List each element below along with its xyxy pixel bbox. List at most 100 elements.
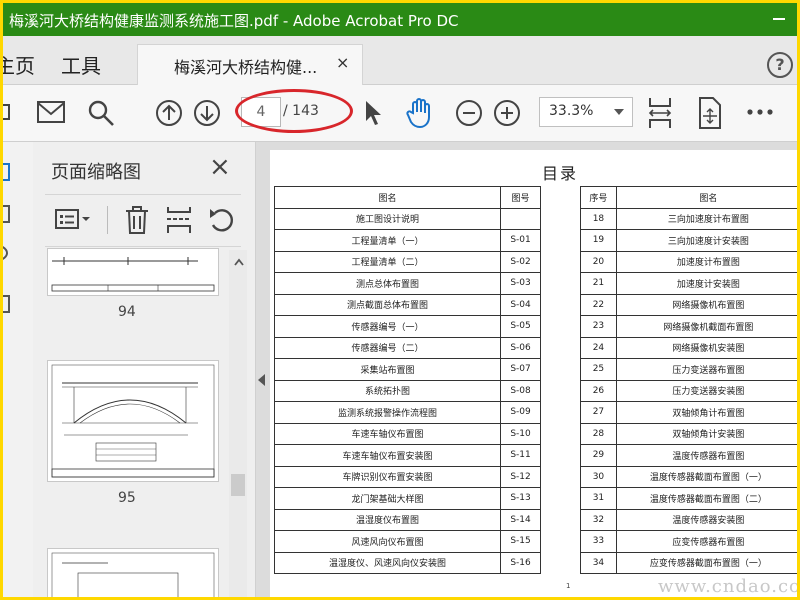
help-icon[interactable]: ? xyxy=(767,52,793,78)
table-cell: 压力变送器安装图 xyxy=(615,379,797,402)
document-viewer: 目录 图名 图号 施工图设计说明 工程量清单（一） S-01 工程量清单（二） S-02 测点… xyxy=(256,142,797,597)
table-row: 温湿度仪、风速风向仪安装图 S-16 xyxy=(273,551,541,574)
table-cell: 车牌识别仪布置安装图 xyxy=(273,465,502,488)
table-cell: 压力变送器布置图 xyxy=(615,358,797,381)
table-cell: 施工图设计说明 xyxy=(273,207,502,230)
table-cell: 22 xyxy=(580,293,617,316)
zoom-select[interactable]: 33.3% xyxy=(539,97,633,127)
table-cell: S-09 xyxy=(500,401,541,424)
page-thumbnail[interactable] xyxy=(47,248,219,296)
close-tab-icon[interactable]: × xyxy=(336,53,349,72)
table-cell: S-08 xyxy=(500,379,541,402)
tab-home[interactable]: 主页 xyxy=(3,50,35,79)
table-cell: 25 xyxy=(580,358,617,381)
thumbnail-page-number: 95 xyxy=(118,490,136,506)
table-header-row: 序号 图名 xyxy=(580,186,797,209)
more-options-icon[interactable] xyxy=(747,109,773,115)
table-row: 33 应变传感器布置图 xyxy=(580,530,797,553)
table-cell: S-02 xyxy=(500,250,541,273)
mail-icon[interactable] xyxy=(37,101,65,123)
thumbnail-scrollbar[interactable] xyxy=(229,250,247,597)
tab-document[interactable]: 梅溪河大桥结构健... × xyxy=(137,44,363,85)
table-header-row: 图名 图号 xyxy=(273,186,541,209)
page-thumbnail[interactable] xyxy=(47,360,219,482)
table-cell: S-06 xyxy=(500,336,541,359)
table-cell xyxy=(500,207,541,230)
table-row: 32 温度传感器安装图 xyxy=(580,508,797,531)
page-preview xyxy=(51,552,215,597)
next-page-icon[interactable] xyxy=(193,99,221,127)
page-footer-marker: 1 xyxy=(566,582,571,590)
table-cell: 温湿度仪、风速风向仪安装图 xyxy=(273,551,502,574)
table-cell: 应变传感器布置图 xyxy=(615,530,797,553)
table-cell: 26 xyxy=(580,379,617,402)
document-tab-label: 梅溪河大桥结构健... xyxy=(174,58,318,77)
page-thumbnails-icon[interactable] xyxy=(3,162,13,184)
fit-page-icon[interactable] xyxy=(647,97,673,129)
table-row: 18 三向加速度计布置图 xyxy=(580,207,797,230)
table-cell: S-16 xyxy=(500,551,541,574)
table-row: 24 网络摄像机安装图 xyxy=(580,336,797,359)
page-heading: 目录 xyxy=(542,164,579,183)
table-row: 29 温度传感器布置图 xyxy=(580,444,797,467)
table-cell: 三向加速度计布置图 xyxy=(615,207,797,230)
table-cell: 测点截面总体布置图 xyxy=(273,293,502,316)
table-row: 车速车轴仪布置安装图 S-11 xyxy=(273,444,541,467)
table-cell: 28 xyxy=(580,422,617,445)
thumbnail-options-icon[interactable] xyxy=(55,208,91,232)
table-cell: 网络摄像机布置图 xyxy=(615,293,797,316)
rotate-icon[interactable] xyxy=(207,205,237,235)
print-icon[interactable] xyxy=(3,99,13,125)
table-row: 27 双轴倾角计布置图 xyxy=(580,401,797,424)
full-screen-icon[interactable] xyxy=(697,97,723,129)
table-cell: 传感器编号（一） xyxy=(273,315,502,338)
table-cell: S-07 xyxy=(500,358,541,381)
search-icon[interactable] xyxy=(87,99,115,127)
extract-pages-icon[interactable] xyxy=(165,205,193,235)
tab-tools[interactable]: 工具 xyxy=(61,50,101,79)
title-bar: 梅溪河大桥结构健康监测系统施工图.pdf - Adobe Acrobat Pro… xyxy=(3,3,797,36)
table-cell: 监测系统报警操作流程图 xyxy=(273,401,502,424)
table-row: 龙门架基础大样图 S-13 xyxy=(273,487,541,510)
hand-tool-icon[interactable] xyxy=(405,97,435,129)
attachment-icon[interactable] xyxy=(3,242,13,264)
previous-page-icon[interactable] xyxy=(155,99,183,127)
table-row: 20 加速度计布置图 xyxy=(580,250,797,273)
table-row: 采集站布置图 S-07 xyxy=(273,358,541,381)
window-title: 梅溪河大桥结构健康监测系统施工图.pdf - Adobe Acrobat Pro… xyxy=(9,12,459,30)
minimize-button[interactable] xyxy=(773,18,785,20)
table-cell: S-12 xyxy=(500,465,541,488)
table-row: 26 压力变送器安装图 xyxy=(580,379,797,402)
table-cell: 工程量清单（二） xyxy=(273,250,502,273)
layers-icon[interactable] xyxy=(3,292,13,316)
close-panel-icon[interactable]: × xyxy=(209,152,231,182)
thumbnail-panel: 页面缩略图 × 94 95 xyxy=(33,142,256,597)
collapse-panel-icon[interactable] xyxy=(258,374,265,386)
bookmarks-icon[interactable] xyxy=(3,204,13,226)
table-cell: 车速车轴仪布置图 xyxy=(273,422,502,445)
scroll-up-icon[interactable] xyxy=(234,258,244,266)
table-header-cell: 图名 xyxy=(273,186,502,209)
scrollbar-thumb[interactable] xyxy=(231,474,245,496)
table-row: 30 温度传感器截面布置图（一） xyxy=(580,465,797,488)
zoom-out-icon[interactable] xyxy=(455,99,483,127)
table-cell: 温度传感器布置图 xyxy=(615,444,797,467)
table-cell: S-10 xyxy=(500,422,541,445)
table-row: 31 温度传感器截面布置图（二） xyxy=(580,487,797,510)
table-row: 22 网络摄像机布置图 xyxy=(580,293,797,316)
zoom-in-icon[interactable] xyxy=(493,99,521,127)
table-cell: 龙门架基础大样图 xyxy=(273,487,502,510)
table-cell: 采集站布置图 xyxy=(273,358,502,381)
table-cell: 测点总体布置图 xyxy=(273,272,502,295)
table-cell: 加速度计布置图 xyxy=(615,250,797,273)
table-cell: 车速车轴仪布置安装图 xyxy=(273,444,502,467)
table-row: 车速车轴仪布置图 S-10 xyxy=(273,422,541,445)
panel-toolbar xyxy=(45,200,245,240)
table-cell: 23 xyxy=(580,315,617,338)
table-cell: 网络摄像机截面布置图 xyxy=(615,315,797,338)
page-thumbnail[interactable] xyxy=(47,548,219,597)
highlight-oval xyxy=(235,89,353,133)
select-cursor-icon[interactable] xyxy=(363,99,383,127)
table-row: 温湿度仪布置图 S-14 xyxy=(273,508,541,531)
delete-icon[interactable] xyxy=(123,205,151,235)
